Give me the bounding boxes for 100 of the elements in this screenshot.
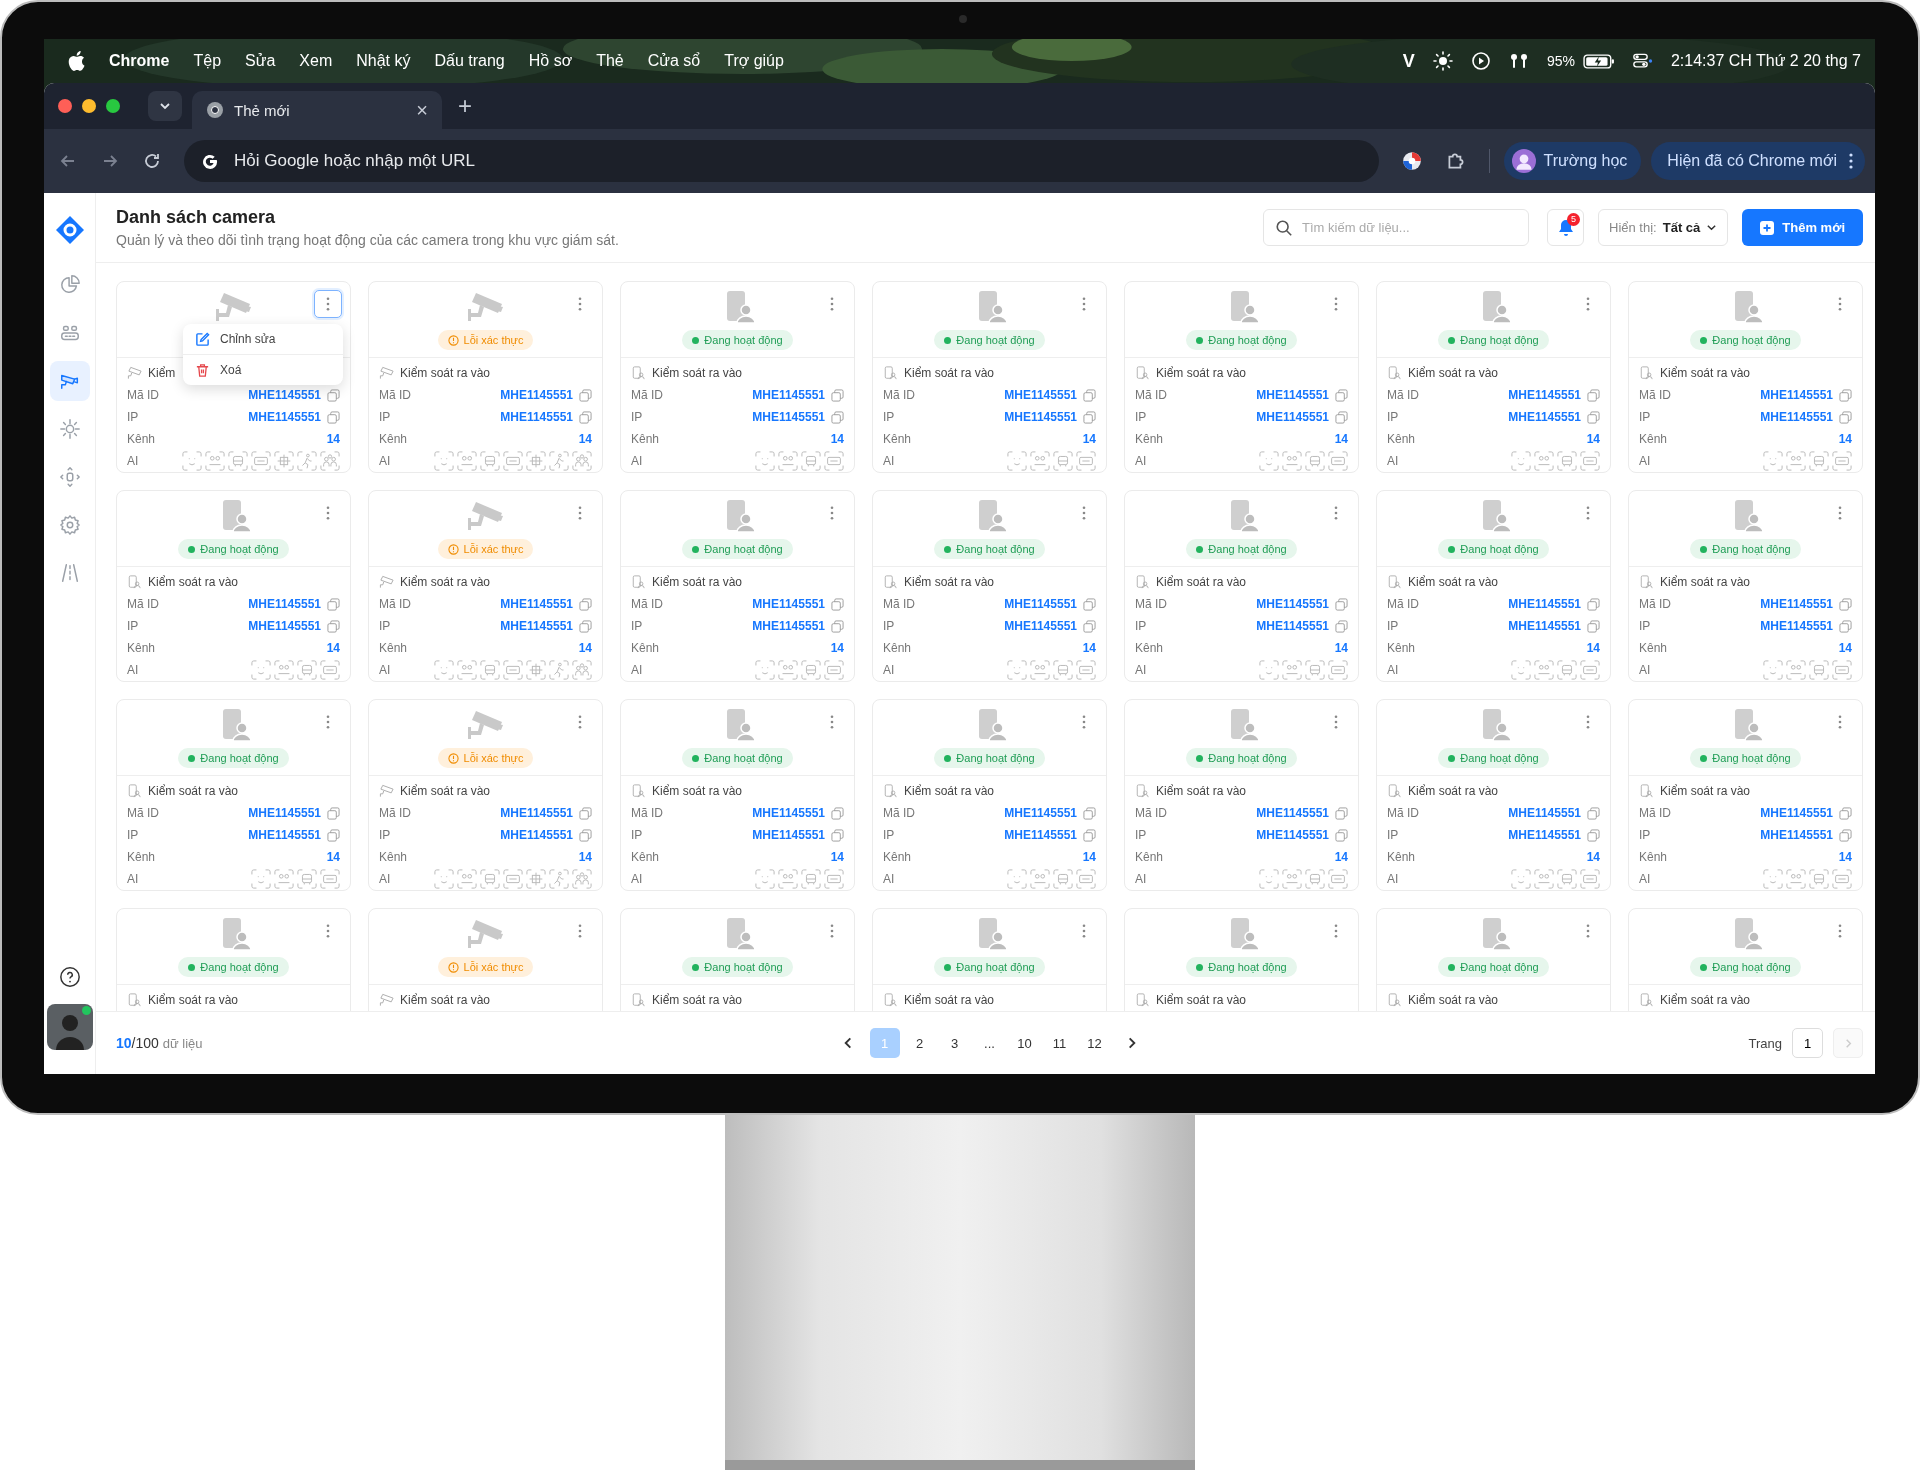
browser-tab[interactable]: Thẻ mới × [192, 91, 442, 129]
copy-icon[interactable] [1587, 410, 1600, 424]
menu-item[interactable]: Nhật ký [356, 52, 411, 70]
camera-card[interactable]: Đang hoạt động Kiểm soát ra vào Mã ID MHE1145551 IP MHE1145551 Kênh 14 AI [1628, 281, 1863, 473]
page-button[interactable]: 3 [939, 1028, 970, 1058]
menu-item[interactable]: Hồ sơ [528, 52, 573, 70]
menu-item[interactable]: Cửa sổ [647, 52, 701, 70]
earbuds-icon[interactable] [1508, 51, 1529, 71]
camera-card[interactable]: Đang hoạt động Kiểm soát ra vào Mã ID MHE1145551 IP MHE1145551 Kênh 14 AI [1628, 490, 1863, 682]
profile-button[interactable]: Trường học [1503, 142, 1642, 180]
copy-icon[interactable] [1839, 597, 1852, 611]
page-button[interactable]: 2 [904, 1028, 935, 1058]
menu-option[interactable]: Chỉnh sửa [183, 324, 343, 354]
copy-icon[interactable] [1839, 619, 1852, 633]
page-button[interactable]: 11 [1044, 1028, 1075, 1058]
reload-icon[interactable] [142, 151, 162, 171]
camera-card[interactable]: Đang hoạt động Kiểm soát ra vào Mã ID MHE1145551 IP MHE1145551 Kênh 14 AI [1124, 490, 1359, 682]
battery-icon[interactable] [1582, 53, 1615, 69]
copy-icon[interactable] [579, 597, 592, 611]
camera-card[interactable]: Đang hoạt động Kiểm soát ra vào Mã ID MHE1145551 IP MHE1145551 Kênh 14 AI [1376, 281, 1611, 473]
camera-card[interactable]: Lỗi xác thực Kiểm soát ra vào Mã ID MHE1145551 IP MHE1145551 Kênh 14 AI [368, 490, 603, 682]
copy-icon[interactable] [1587, 388, 1600, 402]
copy-icon[interactable] [831, 806, 844, 820]
copy-icon[interactable] [831, 828, 844, 842]
brightness-icon[interactable] [1432, 51, 1453, 71]
logo-icon[interactable] [54, 215, 85, 245]
camera-card[interactable]: Đang hoạt động Kiểm soát ra vào Mã ID MHE1145551 IP MHE1145551 Kênh 14 AI [620, 699, 855, 891]
copy-icon[interactable] [1083, 619, 1096, 633]
play-icon[interactable] [1470, 51, 1491, 71]
copy-icon[interactable] [327, 806, 340, 820]
camera-card[interactable]: Đang hoạt động Kiểm soát ra vào [116, 908, 351, 1011]
add-button[interactable]: Thêm mới [1742, 209, 1863, 246]
camera-card[interactable]: Đang hoạt động Kiểm soát ra vào Mã ID MHE1145551 IP MHE1145551 Kênh 14 AI [872, 699, 1107, 891]
camera-card[interactable]: Đang hoạt động Kiểm soát ra vào Mã ID MHE1145551 IP MHE1145551 Kênh 14 AI [620, 281, 855, 473]
copy-icon[interactable] [579, 410, 592, 424]
copy-icon[interactable] [1335, 619, 1348, 633]
copy-icon[interactable] [1335, 806, 1348, 820]
page-button[interactable]: 10 [1009, 1028, 1040, 1058]
copy-icon[interactable] [1083, 806, 1096, 820]
menu-item[interactable]: Xem [299, 52, 333, 70]
menu-item[interactable]: Sửa [245, 52, 276, 70]
camera-card[interactable]: Lỗi xác thực Kiểm soát ra vào Mã ID MHE1145551 IP MHE1145551 Kênh 14 AI [368, 699, 603, 891]
tab-close-button[interactable]: × [416, 98, 428, 122]
copy-icon[interactable] [327, 619, 340, 633]
search-field[interactable]: Tìm kiếm dữ liệu... [1263, 209, 1529, 246]
camera-card[interactable]: Đang hoạt động Kiểm soát ra vào [620, 908, 855, 1011]
camera-card[interactable]: Đang hoạt động Kiểm soát ra vào Mã ID MHE1145551 IP MHE1145551 Kênh 14 AI [620, 490, 855, 682]
copy-icon[interactable] [579, 388, 592, 402]
input-mode-indicator[interactable]: V [1402, 50, 1415, 72]
minimize-window-button[interactable] [82, 99, 96, 113]
menu-option[interactable]: Xoá [183, 354, 343, 385]
address-bar[interactable]: Hỏi Google hoặc nhập một URL [184, 140, 1379, 182]
notification-button[interactable]: 5 [1547, 209, 1584, 246]
page-button[interactable]: 12 [1079, 1028, 1110, 1058]
copy-icon[interactable] [1839, 806, 1852, 820]
clock[interactable]: 2:14:37 CH Thứ 2 20 thg 7 [1670, 52, 1861, 70]
copy-icon[interactable] [1839, 410, 1852, 424]
update-chrome-button[interactable]: Hiện đã có Chrome mới [1651, 142, 1865, 180]
camera-card[interactable]: Đang hoạt động Kiểm soát ra vào Mã ID MHE1145551 IP MHE1145551 Kênh 14 AI [1124, 281, 1359, 473]
copy-icon[interactable] [327, 388, 340, 402]
copy-icon[interactable] [831, 619, 844, 633]
apple-icon[interactable] [68, 51, 85, 71]
copy-icon[interactable] [327, 410, 340, 424]
copy-icon[interactable] [1587, 806, 1600, 820]
new-tab-button[interactable]: + [458, 92, 472, 120]
camera-card[interactable]: Lỗi xác thực Kiểm soát ra vào [368, 908, 603, 1011]
camera-card[interactable]: Kiểm Mã ID MHE1145551 IP MHE1145551 Kênh 14 AI Chỉnh sửa Xoá [116, 281, 351, 473]
copy-icon[interactable] [1587, 619, 1600, 633]
copy-icon[interactable] [1839, 388, 1852, 402]
copy-icon[interactable] [1839, 828, 1852, 842]
more-options-button[interactable] [314, 290, 342, 318]
control-center-icon[interactable] [1632, 51, 1653, 71]
camera-card[interactable]: Đang hoạt động Kiểm soát ra vào Mã ID MHE1145551 IP MHE1145551 Kênh 14 AI [116, 699, 351, 891]
copy-icon[interactable] [1587, 828, 1600, 842]
user-avatar[interactable] [46, 1004, 93, 1050]
menu-item[interactable]: Tệp [193, 52, 222, 70]
page-input[interactable]: 1 [1792, 1028, 1823, 1058]
copy-icon[interactable] [1335, 388, 1348, 402]
copy-icon[interactable] [1587, 597, 1600, 611]
menu-item[interactable]: Thẻ [596, 52, 624, 70]
camera-card[interactable]: Đang hoạt động Kiểm soát ra vào [1376, 908, 1611, 1011]
copy-icon[interactable] [579, 828, 592, 842]
camera-card[interactable]: Đang hoạt động Kiểm soát ra vào Mã ID MHE1145551 IP MHE1145551 Kênh 14 AI [1376, 490, 1611, 682]
copy-icon[interactable] [1335, 828, 1348, 842]
menu-item[interactable]: Dấu trang [434, 52, 505, 70]
copy-icon[interactable] [579, 619, 592, 633]
camera-card[interactable]: Lỗi xác thực Kiểm soát ra vào Mã ID MHE1145551 IP MHE1145551 Kênh 14 AI [368, 281, 603, 473]
copy-icon[interactable] [1083, 597, 1096, 611]
page-button[interactable]: ... [974, 1028, 1005, 1058]
menu-app-name[interactable]: Chrome [109, 52, 170, 70]
copy-icon[interactable] [1335, 410, 1348, 424]
copy-icon[interactable] [1083, 410, 1096, 424]
copy-icon[interactable] [1335, 597, 1348, 611]
camera-card[interactable]: Đang hoạt động Kiểm soát ra vào Mã ID MHE1145551 IP MHE1145551 Kênh 14 AI [1124, 699, 1359, 891]
copy-icon[interactable] [579, 806, 592, 820]
help-icon[interactable] [58, 966, 81, 988]
camera-card[interactable]: Đang hoạt động Kiểm soát ra vào Mã ID MHE1145551 IP MHE1145551 Kênh 14 AI [872, 281, 1107, 473]
colorful-circle-icon[interactable] [1400, 150, 1423, 172]
close-window-button[interactable] [58, 99, 72, 113]
zoom-window-button[interactable] [106, 99, 120, 113]
